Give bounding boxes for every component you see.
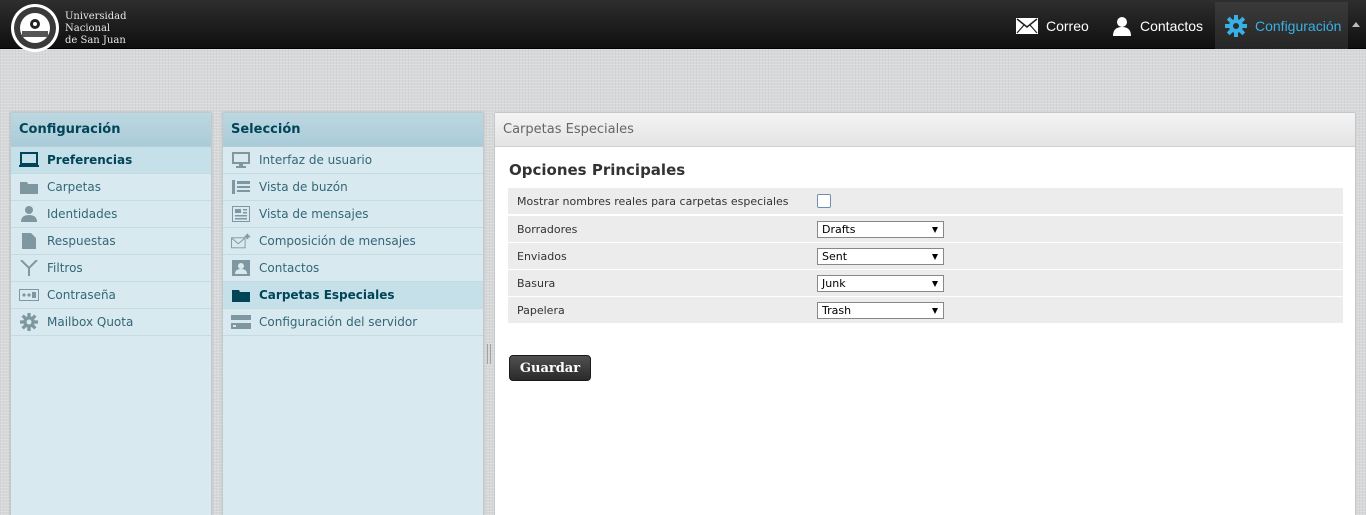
- university-name-line1: Universidad: [65, 11, 127, 22]
- monitor-icon: [231, 151, 251, 169]
- dropdown-arrow-icon: [932, 253, 938, 260]
- select-value: Trash: [822, 303, 852, 317]
- option-row-drafts: Borradores Drafts: [508, 216, 1343, 242]
- section-item-label: Configuración del servidor: [259, 315, 418, 329]
- option-label: Papelera: [517, 303, 565, 317]
- section-item-interfaz[interactable]: Interfaz de usuario: [223, 147, 483, 174]
- collapse-header-icon[interactable]: [1352, 22, 1360, 27]
- settings-sidebar-title: Configuración: [11, 113, 211, 147]
- sidebar-item-mailbox-quota[interactable]: Mailbox Quota: [11, 309, 211, 336]
- contact-card-icon: [231, 259, 251, 277]
- dropdown-arrow-icon: [932, 280, 938, 287]
- top-bar: Universidad Nacional de San Juan Correo …: [0, 0, 1366, 52]
- option-row-junk: Basura Junk: [508, 270, 1343, 296]
- sections-list-title: Selección: [223, 113, 483, 147]
- nav-mail-label: Correo: [1046, 17, 1089, 34]
- sidebar-item-label: Carpetas: [47, 180, 101, 194]
- junk-folder-select[interactable]: Junk: [817, 274, 944, 292]
- nav-settings[interactable]: Configuración: [1215, 2, 1348, 49]
- panel-resize-handle[interactable]: [487, 344, 491, 364]
- nav-settings-label: Configuración: [1255, 17, 1342, 34]
- person-icon: [1113, 16, 1131, 36]
- drafts-folder-select[interactable]: Drafts: [817, 220, 944, 238]
- sidebar-item-filtros[interactable]: Filtros: [11, 255, 211, 282]
- nav-mail[interactable]: Correo: [1016, 2, 1089, 49]
- trash-folder-select[interactable]: Trash: [817, 301, 944, 319]
- option-row-trash: Papelera Trash: [508, 297, 1343, 323]
- option-label: Basura: [517, 276, 556, 290]
- sent-folder-select[interactable]: Sent: [817, 247, 944, 265]
- envelope-icon: [1016, 17, 1038, 34]
- section-item-label: Composición de mensajes: [259, 234, 416, 248]
- section-item-vista-buzon[interactable]: Vista de buzón: [223, 174, 483, 201]
- sections-list: Selección Interfaz de usuario Vista de b…: [222, 112, 484, 515]
- sidebar-item-label: Identidades: [47, 207, 118, 221]
- section-item-label: Vista de buzón: [259, 180, 348, 194]
- content-title: Carpetas Especiales: [495, 113, 1355, 147]
- gear-icon: [19, 313, 39, 331]
- list-icon: [231, 178, 251, 196]
- settings-content: Carpetas Especiales Opciones Principales…: [494, 112, 1356, 515]
- university-name: Universidad Nacional de San Juan: [65, 11, 127, 47]
- sidebar-item-label: Preferencias: [47, 153, 133, 167]
- sidebar-item-preferencias[interactable]: Preferencias: [11, 147, 211, 174]
- section-item-label: Vista de mensajes: [259, 207, 369, 221]
- section-item-contactos[interactable]: Contactos: [223, 255, 483, 282]
- server-icon: [231, 313, 251, 331]
- section-title: Opciones Principales: [509, 161, 686, 179]
- university-name-line2: Nacional: [65, 23, 111, 34]
- settings-sidebar: Configuración Preferencias Carpetas Iden…: [10, 112, 212, 515]
- filter-icon: [19, 259, 39, 277]
- sidebar-item-contrasena[interactable]: Contraseña: [11, 282, 211, 309]
- select-value: Drafts: [822, 222, 856, 236]
- option-row-sent: Enviados Sent: [508, 243, 1343, 269]
- university-logo[interactable]: [10, 3, 60, 53]
- compose-icon: [231, 232, 251, 250]
- option-row-show-real-names: Mostrar nombres reales para carpetas esp…: [508, 188, 1343, 214]
- folder-icon: [19, 178, 39, 196]
- section-item-carpetas-especiales[interactable]: Carpetas Especiales: [223, 282, 483, 309]
- section-item-composicion[interactable]: Composición de mensajes: [223, 228, 483, 255]
- sidebar-item-respuestas[interactable]: Respuestas: [11, 228, 211, 255]
- section-item-vista-mensajes[interactable]: Vista de mensajes: [223, 201, 483, 228]
- password-icon: [19, 286, 39, 304]
- sidebar-item-carpetas[interactable]: Carpetas: [11, 174, 211, 201]
- option-label: Enviados: [517, 249, 567, 263]
- university-name-line3: de San Juan: [65, 35, 126, 46]
- section-item-label: Interfaz de usuario: [259, 153, 373, 167]
- option-label: Mostrar nombres reales para carpetas esp…: [517, 194, 789, 208]
- nav-contacts-label: Contactos: [1140, 17, 1204, 34]
- sidebar-item-label: Filtros: [47, 261, 83, 275]
- nav-contacts[interactable]: Contactos: [1112, 2, 1203, 49]
- sidebar-item-label: Contraseña: [47, 288, 116, 302]
- monitor-icon: [19, 151, 39, 169]
- sidebar-item-label: Mailbox Quota: [47, 315, 134, 329]
- select-value: Junk: [822, 276, 846, 290]
- sidebar-item-identidades[interactable]: Identidades: [11, 201, 211, 228]
- option-label: Borradores: [517, 222, 578, 236]
- dropdown-arrow-icon: [932, 307, 938, 314]
- section-item-label: Carpetas Especiales: [259, 288, 395, 302]
- show-real-names-checkbox[interactable]: [817, 194, 831, 208]
- sidebar-item-label: Respuestas: [47, 234, 116, 248]
- message-icon: [231, 205, 251, 223]
- folder-icon: [231, 286, 251, 304]
- gear-icon: [1225, 14, 1247, 37]
- user-icon: [19, 205, 39, 223]
- save-button[interactable]: Guardar: [509, 355, 591, 381]
- section-item-servidor[interactable]: Configuración del servidor: [223, 309, 483, 336]
- document-icon: [19, 232, 39, 250]
- select-value: Sent: [822, 249, 848, 263]
- dropdown-arrow-icon: [932, 226, 938, 233]
- section-item-label: Contactos: [259, 261, 320, 275]
